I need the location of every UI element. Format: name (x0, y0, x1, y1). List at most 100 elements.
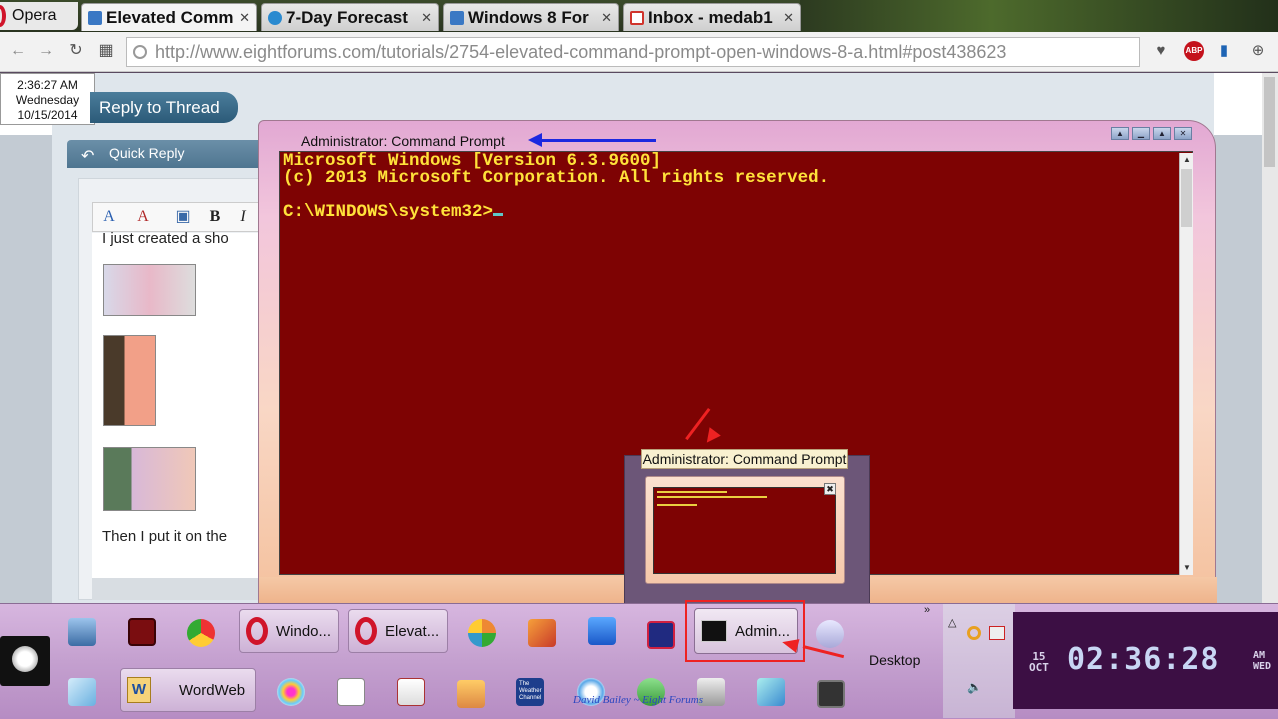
maximize-button[interactable]: ▲ (1153, 127, 1171, 140)
clock-ampm: AM WED (1253, 650, 1271, 672)
media-icon[interactable] (647, 621, 675, 649)
windows-flag-icon[interactable] (588, 617, 616, 645)
preview-title: Administrator: Command Prompt (641, 449, 848, 469)
lambda-icon[interactable] (816, 620, 844, 648)
tab-windows-8-forums[interactable]: Windows 8 For ✕ (443, 3, 619, 31)
annotation-arrow-blue (538, 139, 656, 142)
tab-close-icon[interactable]: ✕ (239, 10, 250, 26)
tray-expand-icon[interactable]: △ (948, 616, 956, 629)
speed-dial-icon[interactable]: ▦ (96, 40, 116, 62)
gmail-favicon-icon (630, 10, 644, 25)
tab-7-day-forecast[interactable]: 7-Day Forecast ✕ (261, 3, 439, 31)
volume-icon[interactable]: 🔈 (967, 680, 982, 694)
close-button[interactable]: ✕ (1174, 127, 1192, 140)
italic-button[interactable]: I (233, 206, 253, 228)
cursor-icon[interactable] (337, 678, 365, 706)
forward-icon[interactable]: → (36, 40, 56, 62)
address-bar-row: ← → ↻ ▦ http://www.eightforums.com/tutor… (0, 32, 1278, 72)
weather-channel-label: The Weather Channel (519, 681, 542, 701)
opera-menu-button[interactable]: Opera (0, 2, 78, 30)
rollup-button[interactable]: ▲ (1111, 127, 1129, 140)
page-scroll-thumb[interactable] (1264, 77, 1275, 167)
taskbar-opera-elevated[interactable]: Elevat... (348, 609, 448, 653)
screenshot-thumbnail[interactable] (103, 447, 196, 511)
annotation-highlight-box (685, 600, 805, 662)
taskbar-wordweb[interactable]: W WordWeb (120, 668, 256, 712)
tab-strip-background (800, 0, 1278, 32)
tooltip-date: 10/15/2014 (17, 108, 78, 122)
tray-app-icon[interactable] (967, 626, 981, 640)
taskbar-button-label: Elevat... (385, 622, 440, 640)
start-button[interactable] (0, 636, 50, 686)
font-size-icon[interactable]: A (99, 206, 119, 228)
preview-line (657, 504, 697, 506)
window-controls: ▲ ▁ ▲ ✕ (1111, 127, 1192, 140)
clock-time: 02:36:28 (1067, 642, 1220, 677)
site-info-icon[interactable] (133, 45, 147, 59)
screenshot-thumbnail[interactable] (103, 335, 156, 426)
adblock-label: ABP (1185, 46, 1203, 55)
overflow-chevron-icon[interactable]: » (924, 604, 930, 616)
tab-elevated-command[interactable]: Elevated Comm ✕ (81, 3, 257, 31)
font-color-icon[interactable]: A (133, 206, 153, 228)
window-icon[interactable] (68, 678, 96, 706)
preview-console (653, 487, 836, 574)
spider-logo-icon (12, 646, 38, 672)
opera-icon (246, 617, 268, 645)
chrome-icon[interactable] (187, 619, 215, 647)
preview-thumbnail[interactable]: ✖ (645, 476, 845, 584)
opera-icon (355, 617, 377, 645)
url-field[interactable]: http://www.eightforums.com/tutorials/275… (126, 37, 1140, 67)
clock-date: 15 OCT (1029, 651, 1049, 673)
tab-close-icon[interactable]: ✕ (601, 10, 612, 26)
tray-network-icon[interactable] (989, 626, 1005, 640)
tooltip-time: 2:36:27 AM (17, 78, 78, 92)
url-text: http://www.eightforums.com/tutorials/275… (155, 41, 1007, 62)
desktop-label[interactable]: Desktop (869, 652, 920, 668)
taskbar-opera-windows[interactable]: Windo... (239, 609, 339, 653)
paint-icon[interactable] (277, 678, 305, 706)
console-prompt: C:\WINDOWS\system32> (283, 202, 494, 222)
settings-gear-icon[interactable] (468, 619, 496, 647)
folder-icon[interactable] (457, 680, 485, 708)
tab-title: 7-Day Forecast (286, 7, 408, 27)
clock-widget[interactable]: 15 OCT 02:36:28 AM WED (1013, 612, 1278, 709)
preview-close-icon[interactable]: ✖ (824, 483, 836, 495)
photos-icon[interactable] (528, 619, 556, 647)
taskbar-button-label: WordWeb (179, 681, 246, 699)
editor-body[interactable]: I just created a sho Then I put it on th… (92, 230, 264, 578)
opera-menu-label: Opera (12, 7, 57, 24)
screenshot-thumbnail[interactable] (103, 264, 196, 316)
download-icon[interactable]: ⊕ (1248, 40, 1268, 62)
tab-title: Elevated Comm (106, 7, 234, 27)
reload-icon[interactable]: ↻ (66, 40, 86, 62)
editor-text-line: Then I put it on the (102, 528, 228, 545)
tab-inbox[interactable]: Inbox - medab1 ✕ (623, 3, 801, 31)
console-scrollbar[interactable]: ▲ ▼ (1179, 153, 1193, 575)
power-icon[interactable] (128, 618, 156, 646)
adblock-icon[interactable]: ABP (1184, 41, 1204, 61)
back-icon[interactable]: ← (8, 40, 28, 62)
paste-icon[interactable]: ▣ (173, 206, 193, 228)
console-scroll-thumb[interactable] (1181, 169, 1192, 227)
clock-tooltip: 2:36:27 AM Wednesday 10/15/2014 (0, 73, 95, 125)
tab-strip: Opera Elevated Comm ✕ 7-Day Forecast ✕ W… (0, 0, 1278, 32)
checklist-icon[interactable] (397, 678, 425, 706)
scroll-up-icon[interactable]: ▲ (1180, 153, 1194, 166)
taskbar-button-label: Windo... (276, 622, 332, 640)
scroll-down-icon[interactable]: ▼ (1180, 561, 1194, 574)
tab-close-icon[interactable]: ✕ (783, 10, 794, 26)
tab-close-icon[interactable]: ✕ (421, 10, 432, 26)
minimize-button[interactable]: ▁ (1132, 127, 1150, 140)
heart-icon[interactable]: ♥ (1151, 40, 1171, 62)
reply-to-thread-button[interactable]: Reply to Thread (90, 92, 238, 123)
editor-footer (92, 578, 264, 600)
pen-icon[interactable] (757, 678, 785, 706)
film-camera-icon[interactable] (817, 680, 845, 708)
quick-reply-header[interactable]: ↶ Quick Reply (67, 140, 267, 168)
bold-button[interactable]: B (205, 206, 225, 228)
weather-channel-icon[interactable]: The Weather Channel (516, 678, 544, 706)
window-title: Administrator: Command Prompt (301, 133, 505, 149)
bookmarks-icon[interactable]: ▮ (1214, 40, 1234, 62)
computer-icon[interactable] (68, 618, 96, 646)
